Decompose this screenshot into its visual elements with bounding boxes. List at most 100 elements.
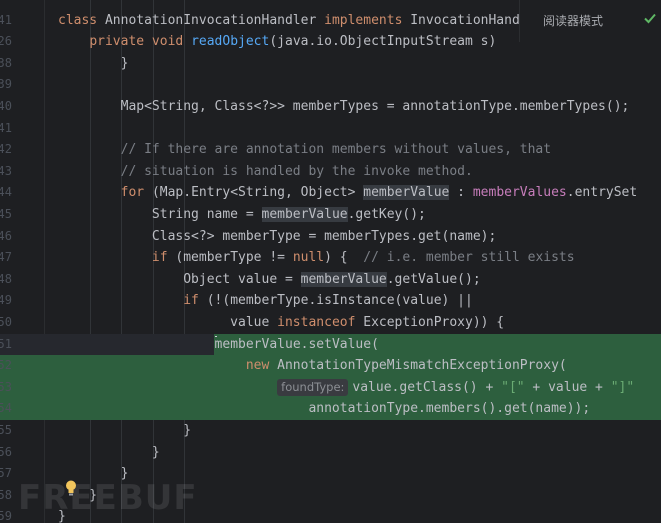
line-number: 457 [0,466,12,481]
code-token: // If there are annotation members witho… [58,142,552,158]
line-number: 453 [0,379,12,394]
code-token: memberValues [472,185,567,201]
code-token: } [58,444,160,460]
code-token: ) { [324,250,364,266]
line-number: 438 [0,55,12,70]
code-token: private void [89,34,192,50]
code-line[interactable]: 442 // If there are annotation members w… [0,139,661,161]
code-token: Class<?> memberType = memberTypes.get(na… [58,228,497,244]
code-text: if (!(memberType.isInstance(value) || [58,290,473,312]
line-number: 456 [0,444,12,459]
line-number: 458 [0,487,12,502]
code-token: class [58,12,105,28]
line-number: 444 [0,185,12,200]
code-line[interactable]: 451 memberValue.setValue( [0,333,661,356]
code-token: ExceptionProxy)) { [363,314,505,330]
code-token: AnnotationInvocationHandler [104,12,325,28]
code-text: } [58,442,160,464]
reader-mode-bar: 阅读器模式 [519,0,661,42]
code-token: (java.io.ObjectInputStream s) [269,34,497,50]
code-text: if (memberType != null) { // i.e. member… [58,247,575,269]
line-number: 445 [0,206,12,221]
check-icon[interactable] [643,11,657,29]
code-token: memberValue [300,271,387,287]
code-line[interactable]: 439 [0,74,661,96]
code-token: InvocationHand [410,12,520,28]
line-number: 341 [0,12,12,27]
line-number: 452 [0,358,12,373]
code-token: annotationType.members().get(name)); [58,401,591,417]
code-line[interactable]: 448 Object value = memberValue.getValue(… [0,269,661,291]
code-line[interactable]: 443 // situation is handled by the invok… [0,161,661,183]
code-token: new [245,358,278,374]
code-line[interactable]: 438 } [0,53,661,75]
code-token: "[" [501,379,525,395]
line-number: 440 [0,98,12,113]
code-token: (!(memberType.isInstance(value) || [206,293,473,309]
code-text: // situation is handled by the invoke me… [58,161,473,183]
code-token: memberValue [363,185,450,201]
code-editor[interactable]: 341 class AnnotationInvocationHandler imp… [0,0,661,523]
code-text: new AnnotationTypeMismatchExceptionProxy… [58,355,567,377]
code-token: Map<String, Class<?>> memberTypes = anno… [58,98,630,114]
line-number: 441 [0,120,12,135]
code-line[interactable]: 453 foundType:value.getClass() + "[" + v… [0,376,661,399]
line-number: 455 [0,422,12,437]
code-text: for (Map.Entry<String, Object> memberVal… [58,182,637,204]
code-text: // If there are annotation members witho… [58,139,551,161]
code-line[interactable]: 441 [0,118,661,140]
code-line[interactable]: 446 Class<?> memberType = memberTypes.ge… [0,226,661,248]
line-number: 449 [0,293,12,308]
code-text: annotationType.members().get(name)); [58,398,590,420]
line-number: 442 [0,142,12,157]
code-line[interactable]: 452 new AnnotationTypeMismatchExceptionP… [0,355,661,377]
watermark: FREEBUF [18,478,198,518]
code-token: .getKey(); [347,206,426,222]
lightbulb-icon[interactable] [64,479,78,501]
code-text: Map<String, Class<?>> memberTypes = anno… [58,96,630,118]
code-line[interactable]: 454 annotationType.members().get(name)); [0,398,661,420]
code-line[interactable]: 450 value instanceof ExceptionProxy)) { [0,312,661,334]
line-number: 451 [0,336,12,351]
code-token: null [292,250,325,266]
code-line[interactable]: 455 } [0,420,661,442]
code-token: AnnotationTypeMismatchExceptionProxy( [277,358,567,374]
code-text: value instanceof ExceptionProxy)) { [58,312,504,334]
line-number: 443 [0,163,12,178]
code-line[interactable]: 440 Map<String, Class<?>> memberTypes = … [0,96,661,118]
code-token: (Map.Entry<String, Object> [151,185,364,201]
code-token: readObject [191,34,270,50]
code-text: class AnnotationInvocationHandler implem… [58,10,520,32]
line-number: 426 [0,34,12,49]
code-line[interactable]: 445 String name = memberValue.getKey(); [0,204,661,226]
code-text: } [58,420,191,442]
parameter-hint: foundType: [277,378,349,396]
code-text: Class<?> memberType = memberTypes.get(na… [58,226,496,248]
code-token: implements [324,12,411,28]
code-text: Object value = memberValue.getValue(); [58,269,481,291]
code-line[interactable]: 444 for (Map.Entry<String, Object> membe… [0,182,661,204]
code-line[interactable]: 447 if (memberType != null) { // i.e. me… [0,247,661,269]
code-token: } [58,55,129,71]
line-number: 446 [0,228,12,243]
code-token: String name = [58,206,262,222]
code-token: value [58,314,278,330]
reader-mode-button[interactable]: 阅读器模式 [543,12,603,29]
code-line[interactable]: 456 } [0,442,661,464]
code-text: private void readObject(java.io.ObjectIn… [58,31,496,53]
code-token: value.getClass() + [352,379,502,395]
code-token: } [58,422,192,438]
code-token: : [449,185,473,201]
code-text: memberValue.setValue( [58,334,379,356]
code-token: if [151,250,176,266]
line-number: 448 [0,271,12,286]
code-line[interactable]: 449 if (!(memberType.isInstance(value) |… [0,290,661,312]
line-number: 447 [0,250,12,265]
code-token: "]" [610,379,635,395]
